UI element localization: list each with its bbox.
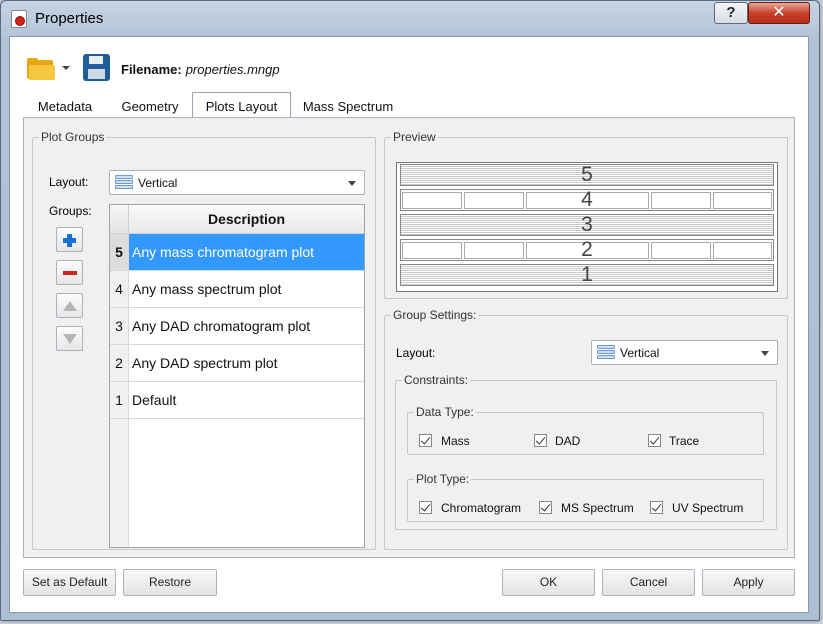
tab-mass-spectrum[interactable]: Mass Spectrum bbox=[294, 94, 402, 118]
table-row[interactable]: 3 Any DAD chromatogram plot bbox=[110, 308, 364, 345]
table-row[interactable]: 1 Default bbox=[110, 382, 364, 419]
description-cell[interactable]: Any mass spectrum plot bbox=[129, 271, 364, 308]
trace-checkbox[interactable] bbox=[648, 434, 661, 447]
table-row[interactable]: 2 Any DAD spectrum plot bbox=[110, 345, 364, 382]
trace-label: Trace bbox=[669, 434, 700, 448]
restore-button[interactable]: Restore bbox=[123, 569, 217, 596]
list-layout-icon bbox=[115, 175, 133, 191]
groups-table: Description 5 Any mass chromatogram plot… bbox=[109, 204, 365, 548]
preview-band-label: 2 bbox=[581, 238, 593, 261]
table-row[interactable]: 4 Any mass spectrum plot bbox=[110, 271, 364, 308]
settings-layout-value: Vertical bbox=[620, 346, 660, 360]
column-header-description[interactable]: Description bbox=[129, 205, 364, 234]
title-bar[interactable]: Properties ? ✕ bbox=[1, 1, 819, 35]
settings-layout-label: Layout: bbox=[396, 346, 436, 360]
ms-spectrum-checkbox[interactable] bbox=[539, 501, 552, 514]
preview-band-label: 5 bbox=[581, 163, 593, 186]
filename-display: Filename: properties.mngp bbox=[121, 62, 280, 77]
data-type-title: Data Type: bbox=[416, 405, 474, 419]
chromatogram-checkbox[interactable] bbox=[419, 501, 432, 514]
row-header: 3 bbox=[110, 308, 129, 345]
remove-group-button[interactable] bbox=[56, 260, 83, 285]
preview-band: 3 bbox=[400, 214, 774, 236]
plot-type-title: Plot Type: bbox=[416, 472, 470, 486]
app-icon bbox=[11, 10, 27, 28]
dad-label: DAD bbox=[555, 434, 581, 448]
ms-spectrum-label: MS Spectrum bbox=[561, 501, 634, 515]
save-icon[interactable] bbox=[83, 54, 110, 81]
arrow-up-icon bbox=[63, 301, 77, 311]
layout-value: Vertical bbox=[138, 176, 178, 190]
preview-group: Preview 5 4 3 2 1 bbox=[384, 130, 788, 299]
chevron-down-icon bbox=[761, 351, 769, 356]
arrow-down-icon bbox=[63, 334, 77, 344]
description-cell[interactable]: Any DAD spectrum plot bbox=[129, 345, 364, 382]
data-type-group: Data Type: Mass DAD Trace bbox=[407, 405, 764, 455]
layout-label: Layout: bbox=[49, 175, 89, 189]
uv-spectrum-checkbox[interactable] bbox=[650, 501, 663, 514]
chevron-down-icon[interactable] bbox=[62, 66, 70, 70]
chevron-down-icon bbox=[348, 181, 356, 186]
description-cell[interactable]: Any mass chromatogram plot bbox=[129, 234, 364, 271]
constraints-group: Constraints: Data Type: Mass DAD Trace P… bbox=[395, 373, 777, 530]
table-corner bbox=[110, 205, 129, 234]
row-header: 4 bbox=[110, 271, 129, 308]
dialog-body: Filename: properties.mngp Metadata Geomet… bbox=[9, 36, 809, 613]
group-settings-group: Group Settings: Layout: Vertical Constra… bbox=[384, 308, 788, 550]
tab-plots-layout[interactable]: Plots Layout bbox=[192, 92, 291, 119]
dad-checkbox[interactable] bbox=[534, 434, 547, 447]
filename-label: Filename: bbox=[121, 62, 182, 77]
plots-layout-panel: Plot Groups Layout: Vertical Groups: Des… bbox=[23, 117, 795, 558]
help-button[interactable]: ? bbox=[714, 2, 748, 24]
row-header: 5 bbox=[110, 234, 129, 271]
row-header: 1 bbox=[110, 382, 129, 419]
plot-type-group: Plot Type: Chromatogram MS Spectrum UV S… bbox=[407, 472, 764, 522]
group-settings-layout-select[interactable]: Vertical bbox=[591, 340, 778, 365]
preview-title: Preview bbox=[393, 130, 436, 144]
description-cell[interactable]: Any DAD chromatogram plot bbox=[129, 308, 364, 345]
preview-band: 2 bbox=[400, 239, 774, 261]
group-settings-title: Group Settings: bbox=[393, 308, 477, 322]
ok-button[interactable]: OK bbox=[502, 569, 595, 596]
minus-icon bbox=[63, 271, 77, 275]
groups-label: Groups: bbox=[49, 204, 92, 218]
properties-window: Properties ? ✕ Filename: properties.mngp … bbox=[0, 0, 820, 621]
set-as-default-button[interactable]: Set as Default bbox=[23, 569, 116, 596]
constraints-title: Constraints: bbox=[404, 373, 469, 387]
window-title: Properties bbox=[35, 10, 104, 27]
description-cell[interactable]: Default bbox=[129, 382, 364, 419]
move-up-button[interactable] bbox=[56, 293, 83, 318]
preview-band-label: 3 bbox=[581, 213, 593, 236]
mass-label: Mass bbox=[441, 434, 470, 448]
uv-spectrum-label: UV Spectrum bbox=[672, 501, 744, 515]
cancel-button[interactable]: Cancel bbox=[602, 569, 695, 596]
preview-band: 4 bbox=[400, 189, 774, 211]
layout-preview: 5 4 3 2 1 bbox=[396, 162, 778, 292]
filename-value: properties.mngp bbox=[185, 62, 280, 77]
preview-band: 1 bbox=[400, 264, 774, 286]
preview-band-label: 4 bbox=[581, 188, 593, 211]
tab-metadata[interactable]: Metadata bbox=[24, 94, 106, 118]
close-button[interactable]: ✕ bbox=[748, 2, 810, 24]
tab-geometry[interactable]: Geometry bbox=[110, 94, 190, 118]
table-row[interactable]: 5 Any mass chromatogram plot bbox=[110, 234, 364, 271]
preview-band: 5 bbox=[400, 164, 774, 186]
move-down-button[interactable] bbox=[56, 326, 83, 351]
plot-groups-title: Plot Groups bbox=[41, 130, 105, 144]
list-layout-icon bbox=[597, 345, 615, 361]
preview-band-label: 1 bbox=[581, 263, 593, 286]
plot-groups-group: Plot Groups Layout: Vertical Groups: Des… bbox=[32, 130, 376, 550]
folder-icon[interactable] bbox=[27, 58, 55, 80]
mass-checkbox[interactable] bbox=[419, 434, 432, 447]
row-header-strip bbox=[110, 419, 129, 547]
plot-groups-layout-select[interactable]: Vertical bbox=[109, 170, 365, 195]
row-header: 2 bbox=[110, 345, 129, 382]
apply-button[interactable]: Apply bbox=[702, 569, 795, 596]
chromatogram-label: Chromatogram bbox=[441, 501, 522, 515]
add-group-button[interactable] bbox=[56, 227, 83, 252]
